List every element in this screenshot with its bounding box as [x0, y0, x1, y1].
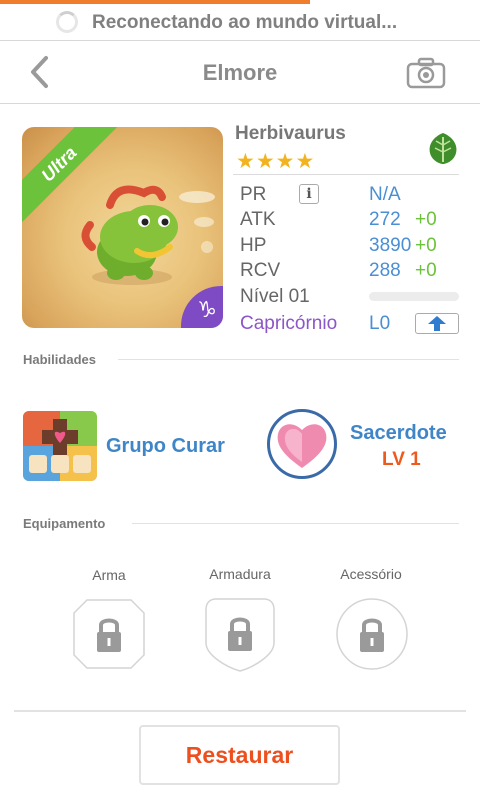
rcv-value: 288 — [369, 260, 401, 281]
screenshot-button[interactable] — [406, 57, 446, 89]
zodiac-level: L0 — [369, 313, 391, 334]
pr-value: N/A — [369, 184, 401, 205]
skill-name[interactable]: Grupo Curar — [106, 435, 225, 458]
accessory-slot[interactable] — [335, 597, 409, 671]
class-level: LV 1 — [382, 449, 421, 470]
weapon-slot-label: Arma — [92, 567, 126, 583]
hp-label: HP — [240, 235, 267, 256]
hp-value: 3890 — [369, 235, 412, 256]
monster-name: Herbivaurus — [235, 123, 346, 144]
divider — [14, 710, 466, 712]
restore-button[interactable]: Restaurar — [139, 725, 340, 785]
armor-slot-label: Armadura — [209, 566, 271, 582]
equipment-section-label: Equipamento — [23, 516, 106, 531]
divider — [233, 174, 459, 175]
atk-label: ATK — [240, 209, 276, 230]
armor-slot[interactable] — [204, 597, 276, 673]
level-progress-bar — [369, 292, 459, 301]
status-text: Reconectando ao mundo virtual... — [92, 12, 398, 33]
info-icon[interactable]: i — [299, 184, 319, 204]
atk-bonus: +0 — [415, 209, 437, 230]
class-name: Sacerdote — [350, 422, 447, 444]
pr-label: PR — [240, 184, 267, 205]
level-label: Nível 01 — [240, 286, 310, 307]
weapon-slot[interactable] — [73, 599, 145, 669]
class-badge[interactable] — [267, 409, 337, 479]
zodiac-label: Capricórnio — [240, 313, 338, 334]
camera-icon — [406, 57, 446, 89]
divider — [132, 523, 459, 524]
loading-spinner-icon — [56, 11, 78, 33]
leaf-icon — [429, 133, 457, 164]
star-rating: ★★★★ — [236, 150, 316, 173]
header: Elmore — [0, 40, 480, 104]
monster-portrait[interactable]: Ultra ♑ — [22, 127, 223, 328]
group-heal-icon — [23, 411, 97, 481]
atk-value: 272 — [369, 209, 401, 230]
arrow-up-icon — [428, 316, 446, 331]
skill-icon[interactable] — [23, 411, 97, 481]
hp-bonus: +0 — [415, 235, 437, 256]
heart-icon — [277, 424, 327, 468]
rcv-bonus: +0 — [415, 260, 437, 281]
divider — [118, 359, 459, 360]
rcv-label: RCV — [240, 260, 281, 281]
accessory-slot-label: Acessório — [340, 566, 402, 582]
status-bar: Reconectando ao mundo virtual... — [0, 4, 480, 40]
zodiac-upgrade-button[interactable] — [415, 313, 459, 334]
skills-section-label: Habilidades — [23, 352, 96, 367]
